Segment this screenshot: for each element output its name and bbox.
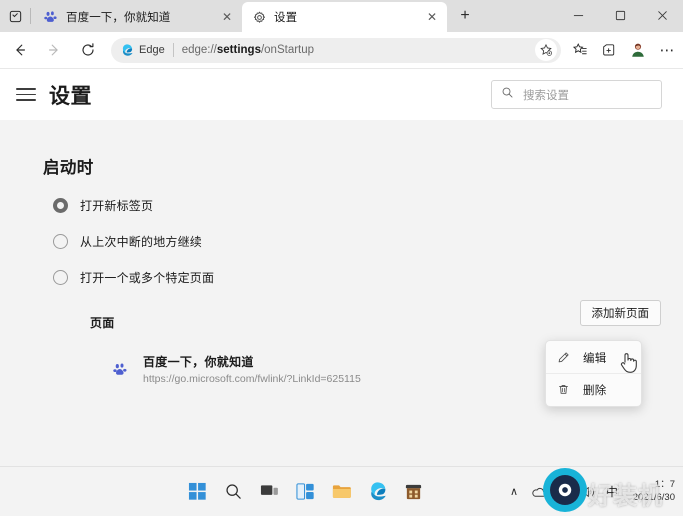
url-suffix: /onStartup	[260, 44, 315, 56]
window-controls	[557, 0, 683, 32]
page-item-text: 百度一下，你就知道 https://go.microsoft.com/fwlin…	[143, 353, 361, 385]
radio-indicator[interactable]	[53, 234, 68, 249]
windows-start-icon[interactable]	[186, 480, 209, 503]
search-icon[interactable]	[222, 480, 245, 503]
radio-label: 从上次中断的地方继续	[80, 235, 203, 249]
maximize-button[interactable]	[599, 0, 641, 31]
close-icon[interactable]: ✕	[423, 8, 441, 26]
context-menu-label: 删除	[583, 384, 607, 397]
omnibox-separator	[172, 43, 174, 57]
radio-option-continue[interactable]: 从上次中断的地方继续	[53, 233, 683, 250]
omnibox-url: edge://settings/onStartup	[182, 44, 535, 56]
file-explorer-icon[interactable]	[330, 480, 353, 503]
radio-label: 打开一个或多个特定页面	[80, 271, 215, 285]
back-button[interactable]	[6, 36, 34, 64]
search-icon	[501, 86, 514, 104]
section-heading-on-startup: 启动时	[43, 159, 94, 177]
url-prefix: edge://	[181, 44, 217, 56]
task-view-icon[interactable]	[258, 480, 281, 503]
address-bar[interactable]: Edge edge://settings/onStartup	[111, 37, 561, 63]
hamburger-menu-icon[interactable]	[16, 85, 36, 105]
browser-tab-settings[interactable]: 设置 ✕	[242, 2, 447, 32]
browser-toolbar: Edge edge://settings/onStartup ⋯	[0, 32, 683, 69]
browser-more-button[interactable]: ⋯	[654, 37, 680, 63]
widgets-icon[interactable]	[294, 480, 317, 503]
radio-option-new-tab[interactable]: 打开新标签页	[53, 197, 683, 214]
pencil-icon	[556, 350, 571, 365]
baidu-favicon	[112, 361, 129, 378]
radio-label: 打开新标签页	[80, 199, 154, 213]
close-icon[interactable]: ✕	[218, 8, 236, 26]
page-title: 设置	[49, 84, 92, 108]
tab-actions-icon[interactable]	[0, 0, 30, 32]
radio-option-specific-pages[interactable]: 打开一个或多个特定页面	[53, 269, 683, 286]
gear-icon	[251, 9, 267, 25]
url-bold-segment: settings	[216, 44, 261, 56]
watermark-logo-inner	[550, 475, 580, 505]
forward-button[interactable]	[40, 36, 68, 64]
settings-page-header: 设置 搜索设置	[0, 69, 683, 120]
baidu-favicon	[43, 9, 59, 25]
tab-divider	[30, 8, 31, 24]
add-new-page-button[interactable]: 添加新页面	[579, 300, 661, 326]
settings-content: 启动时 打开新标签页 从上次中断的地方继续 打开一个或多个特定页面 页面 添加新…	[0, 120, 683, 466]
watermark-text: 好装机	[588, 483, 663, 510]
edge-browser-icon[interactable]	[366, 480, 389, 503]
new-tab-button[interactable]: +	[451, 2, 479, 30]
add-to-collection-icon[interactable]	[596, 37, 622, 63]
radio-indicator-selected[interactable]	[53, 198, 68, 213]
tab-title: 设置	[274, 12, 298, 24]
context-menu-label: 编辑	[583, 352, 607, 365]
close-button[interactable]	[641, 0, 683, 31]
reload-button[interactable]	[74, 36, 102, 64]
mouse-cursor-pointer	[618, 350, 640, 381]
edge-logo-icon	[120, 43, 134, 57]
watermark-logo	[543, 468, 587, 512]
microsoft-store-icon[interactable]	[402, 480, 425, 503]
edge-browser-window: 百度一下，你就知道 ✕ 设置 ✕ + Edge edge://settings/…	[0, 0, 683, 516]
tab-title: 百度一下，你就知道	[66, 12, 171, 24]
collections-icon[interactable]	[567, 37, 593, 63]
tray-overflow-icon[interactable]: ∧	[506, 484, 522, 500]
search-settings-input[interactable]: 搜索设置	[491, 80, 662, 109]
trash-icon	[556, 382, 571, 397]
page-item-url: https://go.microsoft.com/fwlink/?LinkId=…	[143, 373, 361, 385]
minimize-button[interactable]	[557, 0, 599, 31]
favorite-star-icon[interactable]	[535, 39, 557, 61]
profile-avatar[interactable]	[625, 37, 651, 63]
browser-tab-baidu[interactable]: 百度一下，你就知道 ✕	[34, 2, 242, 32]
omnibox-edge-label: Edge	[139, 44, 165, 56]
page-item-title: 百度一下，你就知道	[143, 355, 254, 369]
search-placeholder: 搜索设置	[523, 89, 569, 102]
radio-indicator[interactable]	[53, 270, 68, 285]
tab-strip: 百度一下，你就知道 ✕ 设置 ✕ +	[0, 0, 683, 32]
taskbar-icon-group	[186, 467, 425, 516]
